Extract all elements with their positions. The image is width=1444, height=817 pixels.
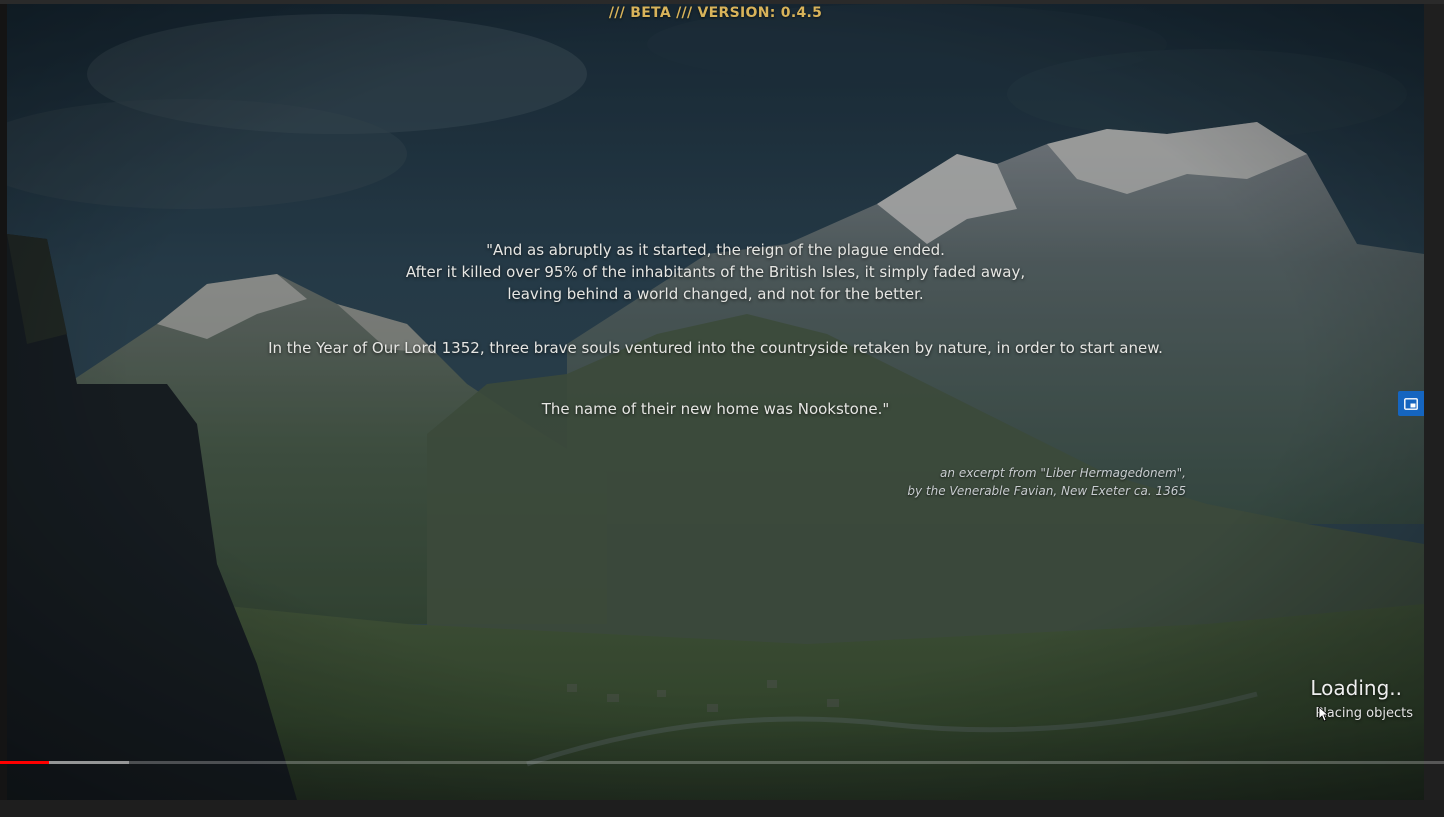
picture-in-picture-icon (1404, 397, 1418, 410)
loading-status: Placing objects (1315, 706, 1413, 721)
attribution-line-2: by the Venerable Favian, New Exeter ca. … (907, 484, 1186, 498)
picture-in-picture-button[interactable] (1398, 391, 1424, 416)
loading-title: Loading.. (1310, 676, 1402, 700)
quote-line-2: After it killed over 95% of the inhabita… (405, 263, 1026, 281)
quote-line-3: leaving behind a world changed, and not … (507, 285, 924, 303)
quote-line-5: The name of their new home was Nookstone… (541, 400, 890, 418)
progress-played (0, 761, 50, 764)
player-bottom-bar (0, 800, 1444, 817)
mouse-cursor-icon (1318, 706, 1328, 722)
quote-line-4: In the Year of Our Lord 1352, three brav… (268, 339, 1163, 357)
video-player[interactable]: /// BETA /// VERSION: 0.4.5 "And as abru… (0, 0, 1444, 817)
version-banner: /// BETA /// VERSION: 0.4.5 (608, 5, 823, 21)
attribution-line-1: an excerpt from "Liber Hermagedonem", (940, 466, 1186, 480)
quote-line-1: "And as abruptly as it started, the reig… (486, 241, 945, 259)
video-progress-bar[interactable] (0, 761, 1444, 764)
